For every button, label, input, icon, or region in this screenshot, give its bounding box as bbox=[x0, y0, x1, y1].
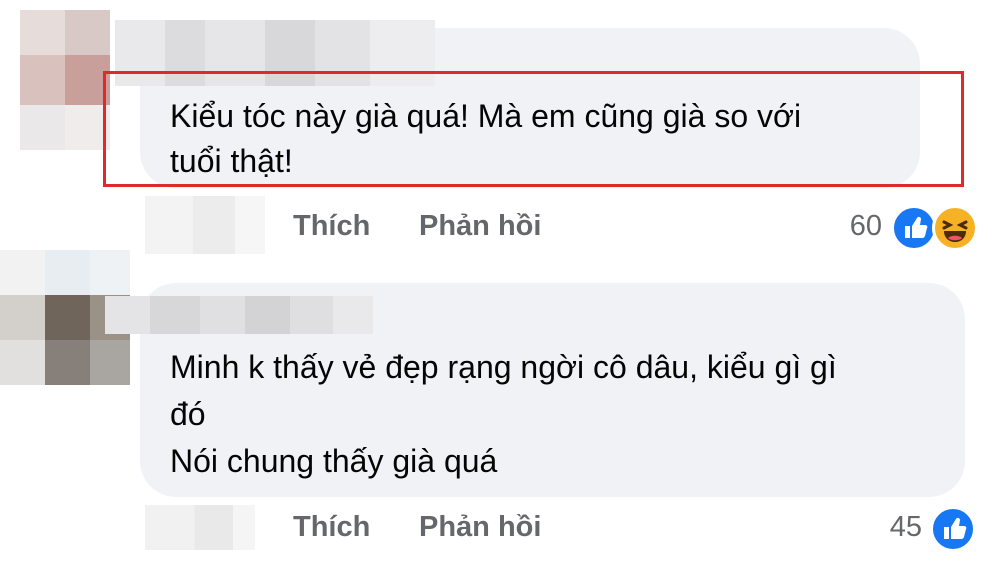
like-button[interactable]: Thích bbox=[293, 210, 370, 243]
like-icon[interactable] bbox=[891, 205, 937, 251]
haha-icon[interactable] bbox=[932, 205, 978, 251]
like-button[interactable]: Thích bbox=[293, 511, 370, 544]
comment-text-line-1: Minh k thấy vẻ đẹp rạng ngời cô dâu, kiể… bbox=[170, 349, 837, 385]
reply-button[interactable]: Phản hồi bbox=[419, 511, 541, 544]
comment-text-line-2: đó bbox=[170, 396, 206, 432]
reaction-count[interactable]: 60 bbox=[820, 210, 882, 243]
highlight-box bbox=[103, 71, 964, 187]
blurred-timestamp bbox=[145, 196, 265, 254]
reply-button[interactable]: Phản hồi bbox=[419, 210, 541, 243]
reaction-count[interactable]: 45 bbox=[860, 511, 922, 544]
comment-text-line-3: Nói chung thấy già quá bbox=[170, 443, 498, 479]
like-icon[interactable] bbox=[930, 506, 976, 552]
blurred-timestamp bbox=[145, 505, 255, 550]
commenter-name[interactable] bbox=[105, 296, 373, 334]
